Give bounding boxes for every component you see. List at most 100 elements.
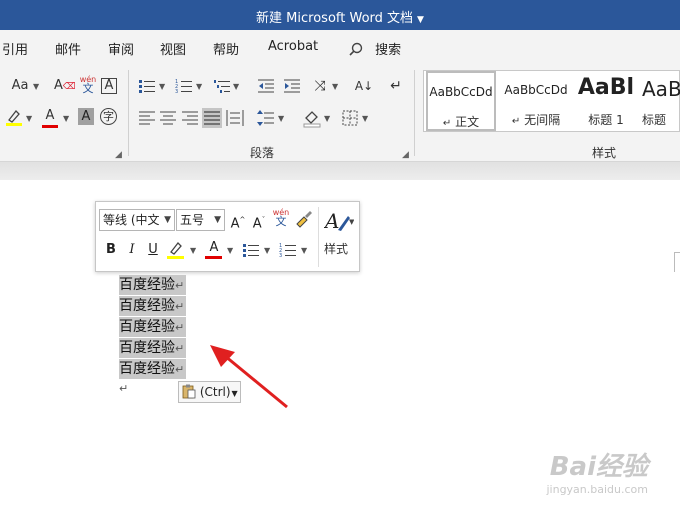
selected-text-line[interactable]: 百度经验↵ xyxy=(119,275,187,295)
chevron-down-icon: ▼ xyxy=(63,114,70,123)
format-painter-icon[interactable] xyxy=(294,209,314,229)
selected-text-line[interactable]: 百度经验↵ xyxy=(119,359,187,379)
selected-text-line[interactable]: 百度经验↵ xyxy=(119,338,187,358)
search-box[interactable]: 搜索 xyxy=(349,39,401,58)
paragraph-mark: ↵ xyxy=(119,382,129,395)
grow-font-icon[interactable]: A^ xyxy=(228,210,248,231)
char-border-icon[interactable]: A xyxy=(101,78,117,94)
highlight-color-button[interactable] xyxy=(4,108,24,128)
show-marks-icon[interactable]: ↵ xyxy=(386,76,406,96)
chevron-down-icon: ▼ xyxy=(301,246,308,255)
change-case-button[interactable]: Aa xyxy=(8,76,32,96)
line-spacing-icon[interactable] xyxy=(256,108,276,128)
selected-text-line[interactable]: 百度经验↵ xyxy=(119,317,187,337)
svg-text:3: 3 xyxy=(175,89,178,95)
styles-gallery: AaBbCcDd ↵ 正文 AaBbCcDd ↵ 无间隔 AaBl 标题 1 A… xyxy=(423,70,680,132)
group-label-paragraph: 段落 xyxy=(250,146,275,160)
selected-text-line[interactable]: 百度经验↵ xyxy=(119,296,187,316)
tab-references[interactable]: 引用 xyxy=(2,39,28,58)
tab-review[interactable]: 审阅 xyxy=(108,39,134,58)
styles-icon[interactable]: A ▼ xyxy=(324,208,354,234)
font-size-combo[interactable]: 五号 ▼ xyxy=(176,209,225,231)
style-normal[interactable]: AaBbCcDd ↵ 正文 xyxy=(426,71,496,131)
chevron-down-icon: ▼ xyxy=(278,114,285,123)
char-shading-icon[interactable]: A xyxy=(78,108,94,125)
chevron-down-icon: ▼ xyxy=(33,82,40,91)
chevron-down-icon: ▼ xyxy=(196,82,203,91)
paragraph-mark: ↵ xyxy=(511,116,521,127)
clear-formatting-icon[interactable]: A⌫ xyxy=(54,76,76,96)
chevron-down-icon: ▼ xyxy=(227,246,234,255)
shrink-font-icon[interactable]: Aˇ xyxy=(249,210,269,231)
chevron-down-icon: ▼ xyxy=(214,215,221,225)
menu-bar: 引用 邮件 审阅 视图 帮助 Acrobat 搜索 xyxy=(0,30,680,64)
font-name-combo[interactable]: 等线 (中文 ▼ xyxy=(99,209,175,231)
ribbon: Aa ▼ A⌫ wén 文 A ▼ A ▼ A 字 ◢ ▼ 123 ▼ ▼ ⤨ ▼… xyxy=(0,64,680,162)
mini-toolbar: 等线 (中文 ▼ 五号 ▼ A^ Aˇ wén 文 A ▼ 样式 B I U ▼ A ▼… xyxy=(95,201,360,272)
numbering-icon[interactable]: 123 xyxy=(174,76,194,96)
paragraph-mark: ↵ xyxy=(175,363,185,376)
align-right-icon[interactable] xyxy=(180,108,200,128)
bullets-icon[interactable] xyxy=(137,76,157,96)
svg-text:A: A xyxy=(324,209,339,233)
watermark-logo: Bai经验 jingyan.baidu.com xyxy=(546,452,648,496)
style-heading-1[interactable]: AaBl 标题 1 xyxy=(574,71,638,131)
divider xyxy=(128,70,129,156)
font-dialog-launcher-icon[interactable]: ◢ xyxy=(115,150,122,160)
paragraph-mark: ↵ xyxy=(175,279,185,292)
window-title[interactable]: 新建 Microsoft Word 文档 ▼ xyxy=(0,7,680,26)
justify-icon[interactable] xyxy=(202,108,222,128)
chevron-down-icon: ▼ xyxy=(264,246,271,255)
bullets-icon[interactable] xyxy=(241,240,261,260)
style-no-spacing[interactable]: AaBbCcDd ↵ 无间隔 xyxy=(500,71,572,131)
phonetic-guide-button[interactable]: wén 文 xyxy=(271,208,291,228)
chevron-down-icon: ▼ xyxy=(417,15,424,25)
font-color-button[interactable]: A xyxy=(40,106,60,128)
svg-text:▼: ▼ xyxy=(349,218,354,226)
divider xyxy=(414,70,415,156)
increase-indent-icon[interactable] xyxy=(282,76,302,96)
tab-view[interactable]: 视图 xyxy=(160,39,186,58)
phonetic-guide-button[interactable]: wén 文 xyxy=(78,75,98,95)
align-left-icon[interactable] xyxy=(137,108,157,128)
title-bar: 新建 Microsoft Word 文档 ▼ xyxy=(0,0,680,30)
chevron-down-icon: ▼ xyxy=(190,246,197,255)
tab-mailings[interactable]: 邮件 xyxy=(55,39,81,58)
font-color-button[interactable]: A xyxy=(204,238,224,259)
shading-icon[interactable] xyxy=(302,108,322,128)
paragraph-mark: ↵ xyxy=(175,342,185,355)
chevron-down-icon: ▼ xyxy=(159,82,166,91)
chevron-down-icon: ▼ xyxy=(362,114,369,123)
svg-text:3: 3 xyxy=(279,253,282,259)
tab-acrobat[interactable]: Acrobat xyxy=(268,39,318,54)
enclose-char-icon[interactable]: 字 xyxy=(100,108,117,125)
multilevel-list-icon[interactable] xyxy=(212,76,232,96)
distributed-icon[interactable] xyxy=(225,108,245,128)
chevron-down-icon: ▼ xyxy=(233,82,240,91)
tab-help[interactable]: 帮助 xyxy=(213,39,239,58)
paragraph-dialog-launcher-icon[interactable]: ◢ xyxy=(402,150,409,160)
styles-label: 样式 xyxy=(324,242,349,256)
chevron-down-icon: ▼ xyxy=(26,114,33,123)
search-icon xyxy=(349,42,363,56)
highlighter-icon[interactable] xyxy=(166,240,186,260)
sort-icon[interactable]: A↓ xyxy=(354,76,374,96)
divider xyxy=(318,207,319,267)
underline-button[interactable]: U xyxy=(143,240,163,260)
borders-icon[interactable] xyxy=(340,108,360,128)
text-direction-icon[interactable]: ⤨ xyxy=(310,76,330,96)
annotation-arrow xyxy=(210,345,288,409)
chevron-down-icon: ▼ xyxy=(164,215,171,225)
ribbon-shadow xyxy=(0,162,680,180)
italic-button[interactable]: I xyxy=(122,240,142,260)
paragraph-mark: ↵ xyxy=(175,321,185,334)
bold-button[interactable]: B xyxy=(101,240,121,260)
style-title[interactable]: AaB 标题 xyxy=(642,71,680,131)
align-center-icon[interactable] xyxy=(158,108,178,128)
highlighter-icon xyxy=(6,110,22,126)
paragraph-mark: ↵ xyxy=(175,300,185,313)
chevron-down-icon: ▼ xyxy=(332,82,339,91)
decrease-indent-icon[interactable] xyxy=(256,76,276,96)
numbering-icon[interactable]: 123 xyxy=(278,240,298,260)
chevron-down-icon: ▼ xyxy=(324,114,331,123)
